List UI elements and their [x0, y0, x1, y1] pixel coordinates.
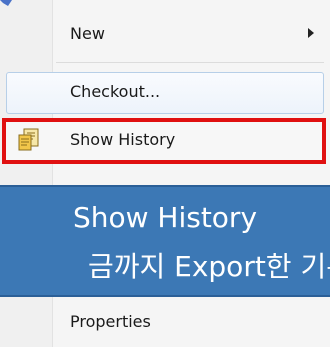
menu-item-checkout[interactable]: Checkout... [0, 70, 330, 118]
submenu-arrow-icon [308, 28, 314, 38]
context-menu: New Checkout... Show History Properties … [0, 0, 330, 347]
menu-corner-mark [0, 0, 12, 6]
history-document-icon [18, 128, 39, 151]
menu-item-properties-label: Properties [70, 312, 151, 331]
menu-item-new-label: New [70, 24, 105, 43]
menu-item-new[interactable]: New [0, 10, 330, 58]
menu-item-show-history-label: Show History [70, 130, 176, 149]
menu-item-properties[interactable]: Properties [0, 298, 330, 346]
annotation-callout: Show History 금까지 Export한 기록 [0, 185, 330, 297]
hover-highlight [6, 72, 324, 114]
callout-title: Show History [72, 201, 258, 234]
callout-subtitle: 금까지 Export한 기록 [87, 250, 330, 283]
menu-item-show-history[interactable]: Show History [0, 118, 330, 166]
menu-separator [56, 62, 324, 63]
menu-item-checkout-label: Checkout... [70, 82, 161, 101]
